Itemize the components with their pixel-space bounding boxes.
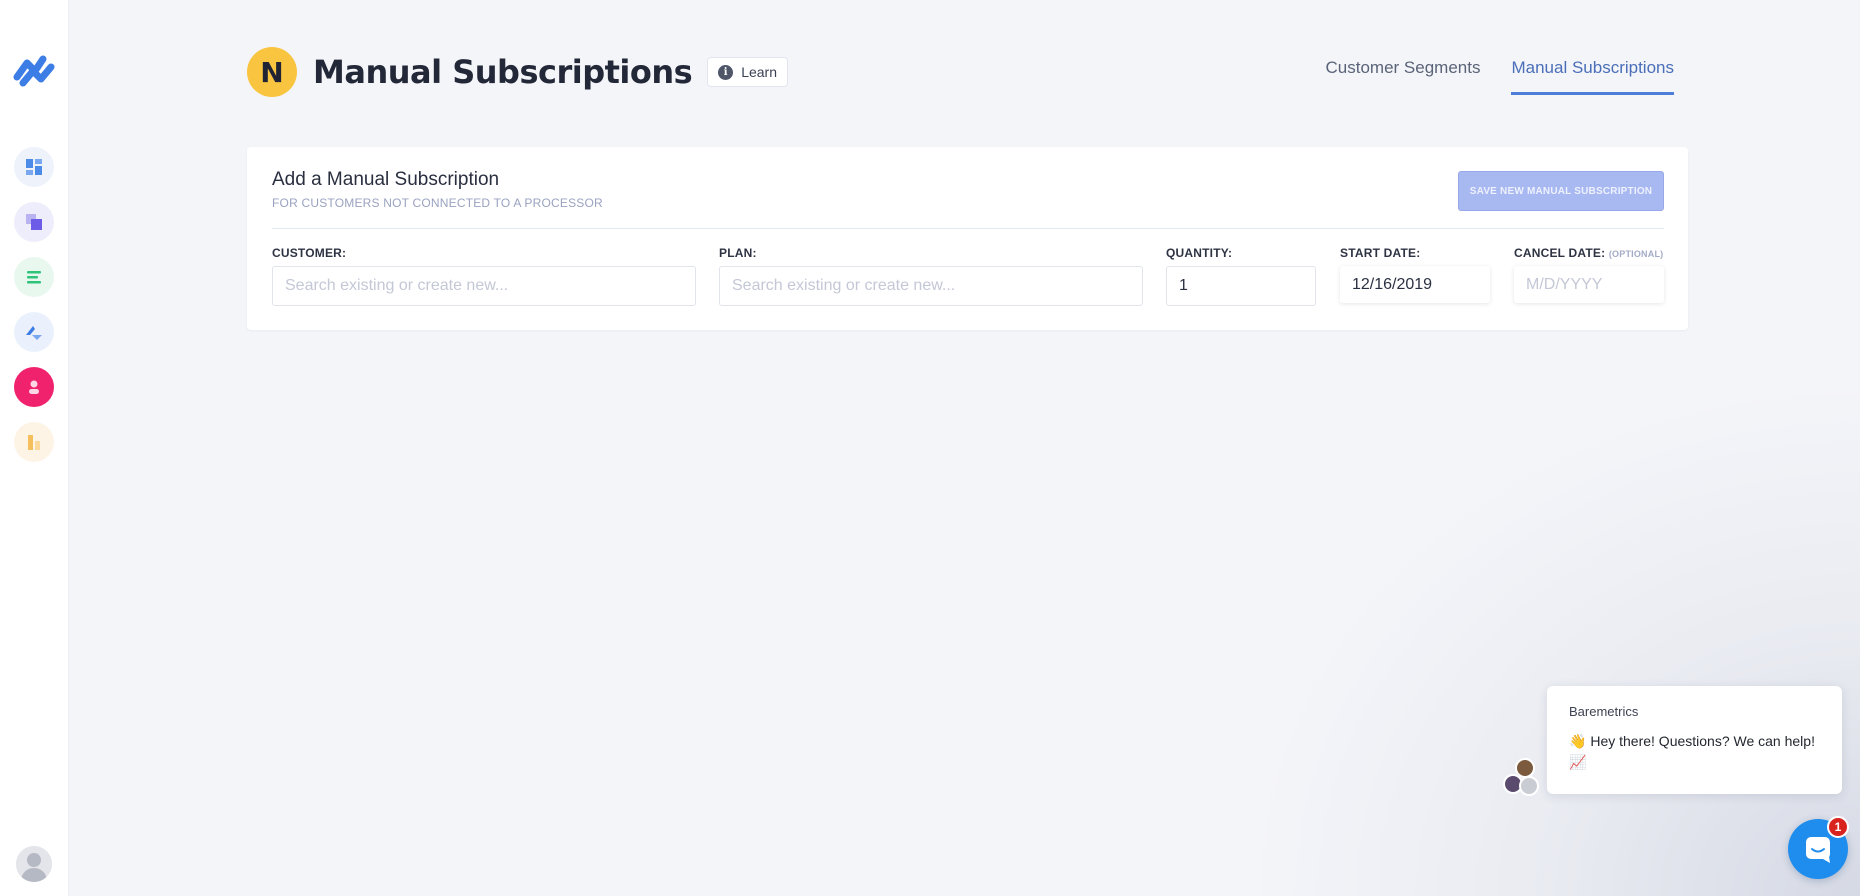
page-tabs: Customer Segments Manual Subscriptions <box>1295 58 1674 95</box>
nav-layers[interactable] <box>14 202 54 242</box>
divider <box>272 228 1664 229</box>
list-icon <box>27 271 41 284</box>
chat-message-text: Hey there! Questions? We can help! <box>1590 733 1815 749</box>
sidebar <box>0 0 69 896</box>
nav-arrows[interactable] <box>14 312 54 352</box>
cancel-date-label: CANCEL DATE: (OPTIONAL) <box>1514 246 1663 260</box>
card-subtitle: FOR CUSTOMERS NOT CONNECTED TO A PROCESS… <box>272 196 603 210</box>
team-avatar <box>1519 776 1539 796</box>
add-subscription-card: Add a Manual Subscription FOR CUSTOMERS … <box>247 147 1688 330</box>
cancel-date-label-text: CANCEL DATE: <box>1514 246 1606 260</box>
notification-badge: 1 <box>1827 816 1849 838</box>
layers-icon <box>26 214 42 230</box>
wave-emoji-icon: 👋 <box>1569 733 1587 749</box>
chat-message: 👋 Hey there! Questions? We can help! 📈 <box>1569 731 1829 773</box>
page-header: N Manual Subscriptions i Learn <box>247 47 788 97</box>
chat-sender: Baremetrics <box>1569 704 1639 719</box>
customer-label: CUSTOMER: <box>272 246 347 260</box>
quantity-label: QUANTITY: <box>1166 246 1233 260</box>
start-date-label: START DATE: <box>1340 246 1421 260</box>
user-silhouette-icon <box>16 846 52 882</box>
chart-emoji-icon: 📈 <box>1569 754 1587 770</box>
bar-chart-icon <box>28 435 40 450</box>
chat-icon <box>1806 837 1830 863</box>
chat-message-bubble[interactable]: Baremetrics 👋 Hey there! Questions? We c… <box>1547 686 1842 794</box>
quantity-input[interactable] <box>1166 266 1316 306</box>
nav-dashboard[interactable] <box>14 147 54 187</box>
tab-manual-subscriptions[interactable]: Manual Subscriptions <box>1511 58 1674 95</box>
nav-reports[interactable] <box>14 422 54 462</box>
card-title: Add a Manual Subscription <box>272 169 500 190</box>
baremetrics-logo-icon[interactable] <box>13 53 55 89</box>
person-icon <box>29 380 39 394</box>
save-subscription-button[interactable]: SAVE NEW MANUAL SUBSCRIPTION <box>1458 171 1664 211</box>
tab-customer-segments[interactable]: Customer Segments <box>1326 58 1481 95</box>
chat-team-avatars <box>1503 758 1543 798</box>
info-icon: i <box>718 64 734 80</box>
arrows-icon <box>26 326 42 340</box>
nav-list[interactable] <box>14 257 54 297</box>
customer-search-input[interactable] <box>272 266 696 306</box>
nav-customers[interactable] <box>14 367 54 407</box>
plan-search-input[interactable] <box>719 266 1143 306</box>
start-date-input[interactable] <box>1340 266 1490 303</box>
account-avatar[interactable]: N <box>247 47 297 97</box>
page-title: Manual Subscriptions <box>313 53 693 91</box>
background-glow <box>1240 376 1860 896</box>
learn-button[interactable]: i Learn <box>707 57 788 87</box>
learn-button-label: Learn <box>741 64 777 80</box>
dashboard-icon <box>26 159 42 175</box>
cancel-date-input[interactable] <box>1514 266 1664 303</box>
optional-tag: (OPTIONAL) <box>1608 249 1664 259</box>
plan-label: PLAN: <box>719 246 757 260</box>
user-avatar[interactable] <box>16 846 52 882</box>
